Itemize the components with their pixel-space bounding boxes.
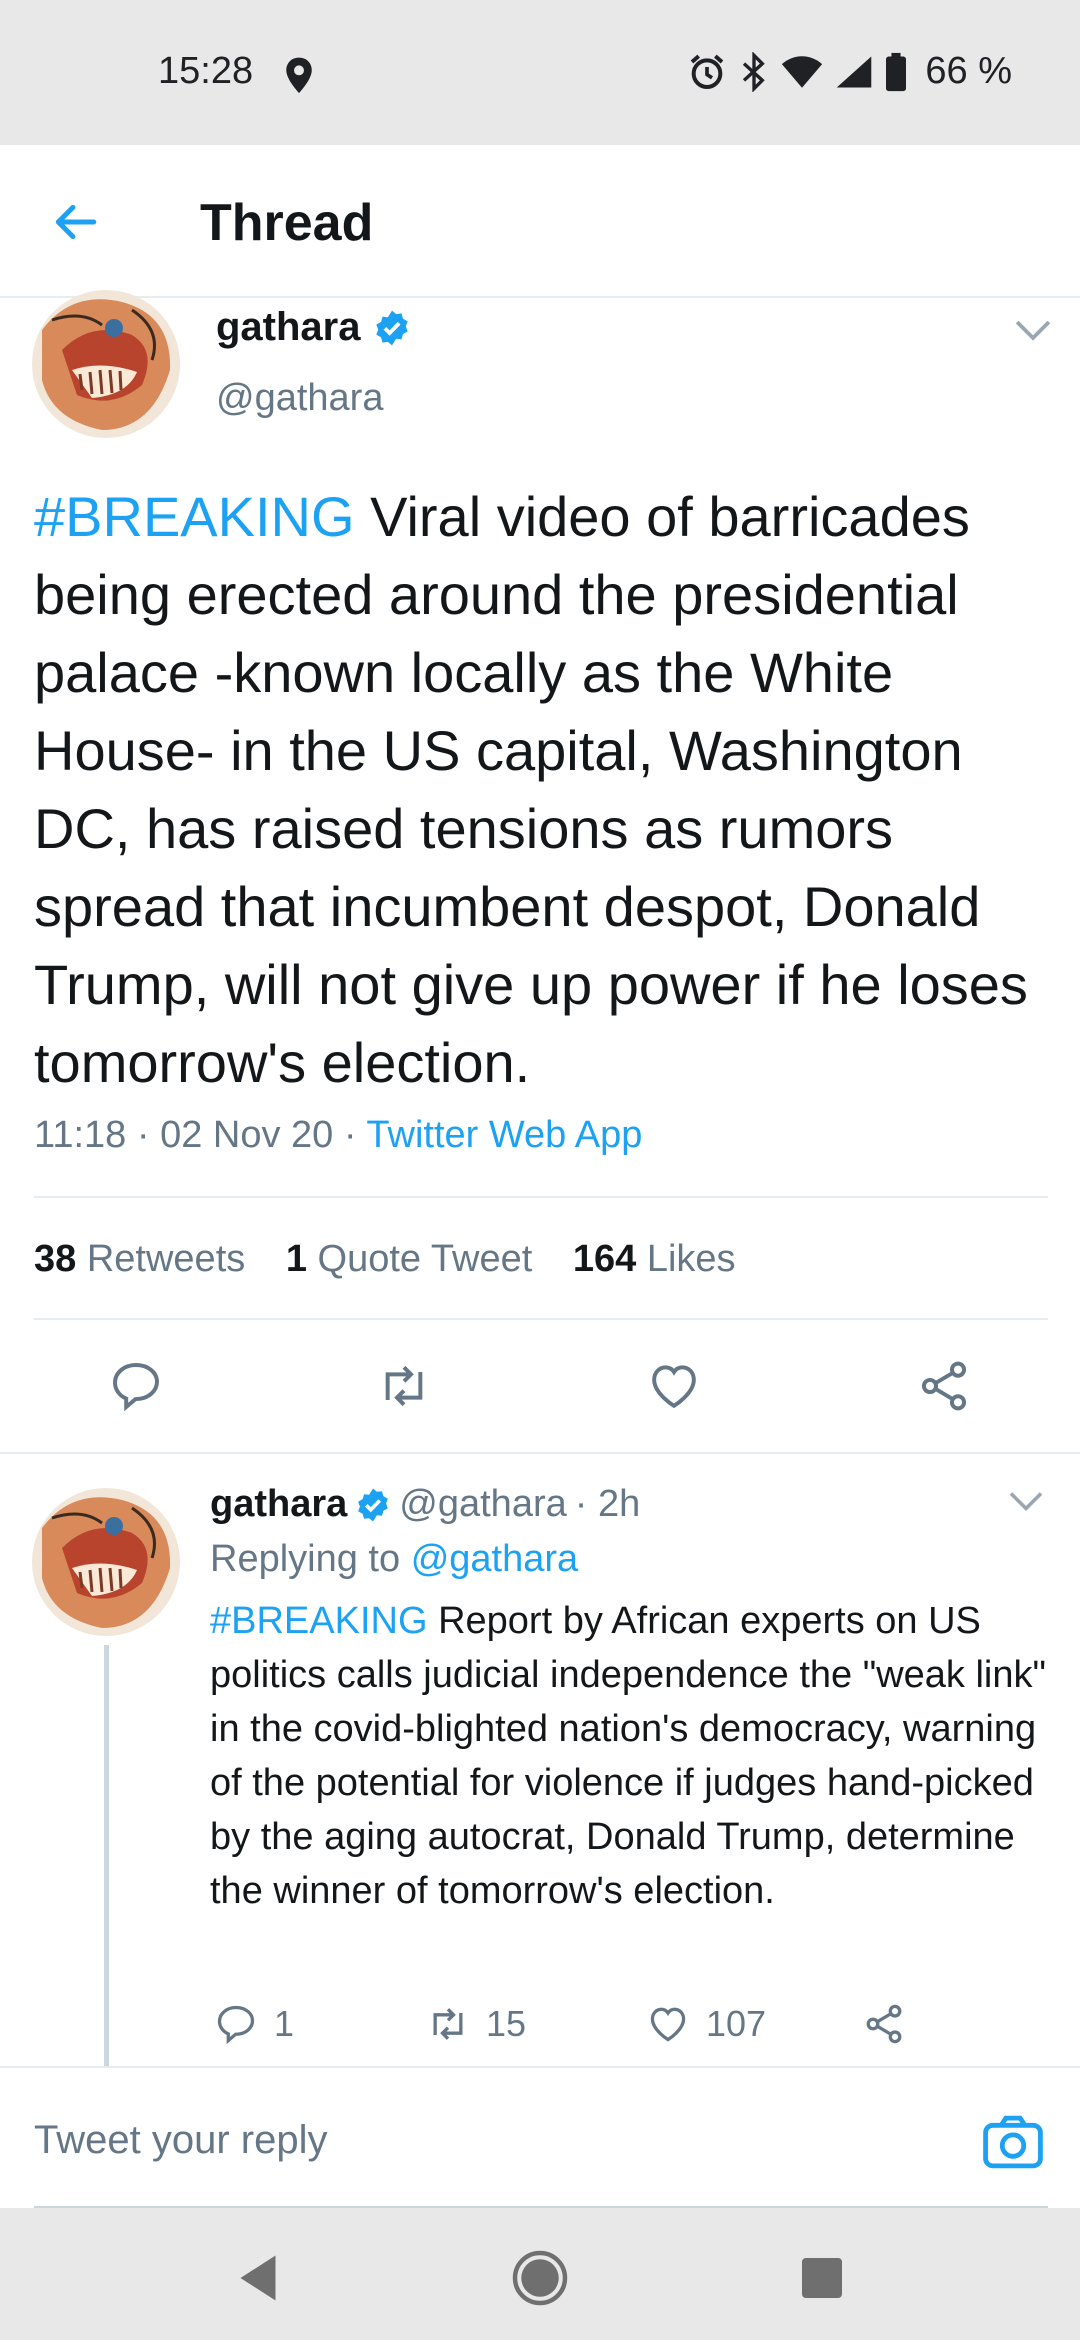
- heart-icon: [650, 2007, 686, 2042]
- verified-badge-icon: [375, 310, 408, 345]
- battery-percent: 66 %: [925, 50, 1012, 92]
- tweet-actions: [0, 1358, 1080, 1418]
- alarm-icon: [691, 54, 724, 89]
- battery-icon: [886, 52, 907, 91]
- reply-input[interactable]: Tweet your reply: [34, 2118, 327, 2163]
- retweet-icon[interactable]: [376, 1358, 432, 1414]
- camera-icon[interactable]: [982, 2112, 1044, 2172]
- replying-to-link[interactable]: @gathara: [411, 1538, 578, 1580]
- retweet-count: 15: [486, 2003, 527, 2044]
- author-name[interactable]: gathara: [210, 1483, 347, 1526]
- retweet-action[interactable]: 15: [426, 2002, 526, 2046]
- meta-separator: ·: [136, 1114, 161, 1156]
- arrow-left-icon[interactable]: [50, 197, 100, 247]
- reply-count: 1: [274, 2003, 295, 2044]
- reply-icon: [217, 2005, 255, 2045]
- tweet-text: #BREAKING Report by African experts on U…: [210, 1594, 1060, 1918]
- hashtag-link[interactable]: #BREAKING: [210, 1600, 428, 1642]
- chevron-down-icon[interactable]: [1014, 318, 1052, 342]
- share-icon[interactable]: [916, 1358, 972, 1414]
- reply-composer: Tweet your reply: [0, 2066, 1080, 2208]
- divider: [34, 1196, 1048, 1198]
- retweet-icon: [433, 2008, 463, 2040]
- nav-home-icon[interactable]: [510, 2248, 570, 2308]
- author-row: gathara: [216, 305, 411, 350]
- verified-badge-icon: [358, 1488, 389, 1521]
- status-icons: 66 %: [687, 50, 1012, 93]
- like-count: 107: [706, 2003, 767, 2044]
- retweets-stat[interactable]: 38 Retweets: [34, 1238, 245, 1280]
- author-handle[interactable]: @gathara: [399, 1483, 566, 1526]
- share-action[interactable]: [862, 2002, 906, 2046]
- reply-author-row: gathara @gathara · 2h: [210, 1483, 640, 1526]
- author-name[interactable]: gathara: [216, 305, 361, 350]
- tweet-body: Report by African experts on US politics…: [210, 1600, 1046, 1912]
- hashtag-link[interactable]: #BREAKING: [34, 485, 355, 548]
- likes-stat[interactable]: 164 Likes: [573, 1238, 736, 1280]
- status-time: 15:28: [158, 50, 254, 92]
- tweet-time: 11:18: [34, 1114, 127, 1156]
- avatar[interactable]: [32, 1488, 180, 1636]
- reply-action[interactable]: 1: [214, 2002, 294, 2046]
- meta-separator: ·: [343, 1114, 367, 1156]
- nav-recents-icon[interactable]: [792, 2248, 852, 2308]
- page-title: Thread: [200, 194, 374, 252]
- avatar[interactable]: [32, 290, 180, 438]
- reply-tweet-actions: 1 15 107: [0, 2002, 1080, 2052]
- tweet-text: #BREAKING Viral video of barricades bein…: [34, 478, 1054, 1102]
- heart-icon[interactable]: [646, 1358, 702, 1414]
- divider: [34, 1318, 1048, 1320]
- tweet-date: 02 Nov 20: [160, 1114, 334, 1156]
- replying-label: Replying to: [210, 1538, 401, 1580]
- replying-to: Replying to @gathara: [210, 1538, 578, 1581]
- reply-icon[interactable]: [108, 1358, 164, 1414]
- quotes-stat[interactable]: 1 Quote Tweet: [286, 1238, 532, 1280]
- author-handle[interactable]: @gathara: [216, 377, 383, 420]
- tweet-source-link[interactable]: Twitter Web App: [366, 1114, 642, 1156]
- tweet-stats: 38 Retweets 1 Quote Tweet 164 Likes: [34, 1238, 736, 1281]
- nav-back-icon[interactable]: [228, 2248, 288, 2308]
- wifi-icon: [782, 55, 823, 88]
- status-bar: 15:28 66 %: [0, 0, 1080, 145]
- tweet-body: Viral video of barricades being erected …: [34, 485, 1028, 1094]
- location-icon: [286, 57, 312, 93]
- like-action[interactable]: 107: [646, 2002, 766, 2046]
- share-icon: [866, 2004, 902, 2044]
- bluetooth-icon: [743, 51, 766, 92]
- app-header: Thread: [0, 145, 1080, 298]
- divider: [0, 1452, 1080, 1454]
- tweet-meta: 11:18 · 02 Nov 20 · Twitter Web App: [34, 1114, 642, 1157]
- signal-icon: [837, 55, 872, 88]
- system-nav-bar: [0, 2208, 1080, 2340]
- chevron-down-icon[interactable]: [1008, 1490, 1044, 1512]
- tweet-age: · 2h: [574, 1483, 641, 1525]
